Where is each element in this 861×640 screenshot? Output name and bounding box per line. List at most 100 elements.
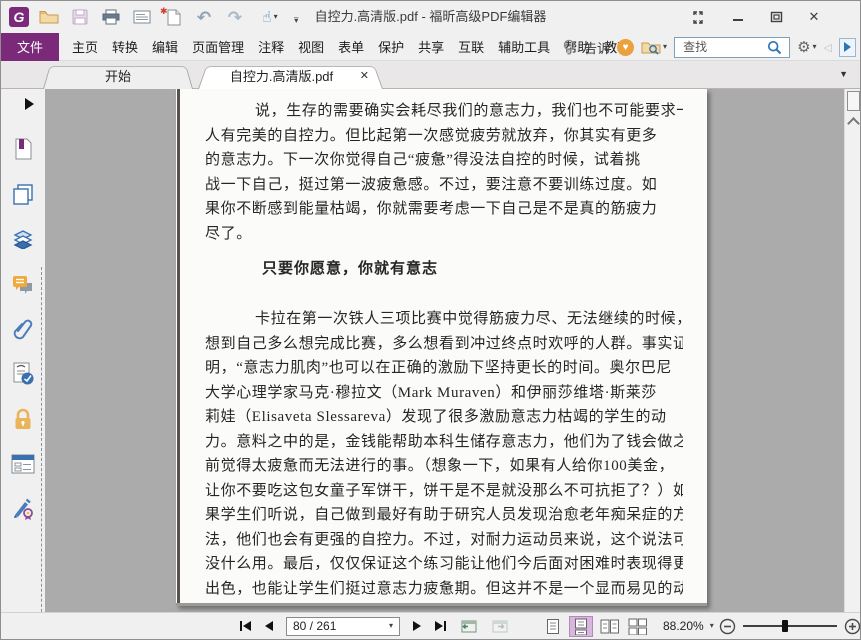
redo-button[interactable]: ↷ <box>224 5 246 29</box>
layout-toggle-button[interactable] <box>692 9 708 25</box>
zoom-slider[interactable] <box>742 619 837 633</box>
save-button[interactable] <box>69 5 91 29</box>
sidebar-comments-button[interactable] <box>10 272 36 296</box>
sidebar-fields-button[interactable] <box>10 452 36 476</box>
tab-overflow-button[interactable]: ▼ <box>839 69 848 79</box>
facing-mode-button[interactable] <box>597 616 621 637</box>
toolbar-expand-button[interactable] <box>839 37 856 57</box>
zoom-level-label[interactable]: 88.20% <box>663 619 704 633</box>
email-button[interactable] <box>131 5 153 29</box>
print-button[interactable] <box>100 5 122 29</box>
tab-label: 开始 <box>104 69 131 84</box>
page-text-line: 莉娃（Elisaveta Slessareva）发现了很多激励意志力枯竭的学生的… <box>205 409 667 425</box>
scroll-up-icon[interactable] <box>847 117 860 130</box>
status-bar: 80 / 261 ▾ 88.20% ▾ <box>1 612 860 639</box>
menu-edit[interactable]: 编辑 <box>145 37 185 56</box>
menu-protect[interactable]: 保护 <box>371 37 411 56</box>
sign-pen-icon <box>14 498 33 520</box>
menu-view[interactable]: 视图 <box>291 37 331 56</box>
scroll-left-disabled-icon: ◁ <box>823 41 832 54</box>
window-title: 自控力.高清版.pdf - 福昕高级PDF编辑器 <box>314 9 547 24</box>
menu-connect[interactable]: 互联 <box>451 37 491 56</box>
bookmarks-icon <box>15 138 32 160</box>
section-heading: 只要你愿意，你就有意志 <box>262 261 439 277</box>
tab-close-icon[interactable]: ✕ <box>360 64 369 89</box>
customize-toolbar-button[interactable]: – ▾ <box>294 13 298 24</box>
menu-bar: 文件 主页 转换 编辑 页面管理 注释 视图 表单 保护 共享 互联 辅助工具 … <box>1 32 860 61</box>
page-text-line: 尽了。 <box>205 225 252 242</box>
open-file-button[interactable] <box>38 5 60 29</box>
hint-lightbulb-icon[interactable] <box>561 38 577 56</box>
next-page-button[interactable] <box>406 621 428 631</box>
sidebar-layers-button[interactable] <box>10 227 36 251</box>
sidebar-security-button[interactable] <box>10 407 36 431</box>
close-button[interactable]: ✕ <box>806 9 822 25</box>
settings-button[interactable]: ⚙ ▾ <box>797 40 816 55</box>
previous-view-icon <box>461 620 477 632</box>
paragraph: 说，生存的需要确实会耗尽我们的意志力，我们也不可能要求一个 人有完美的自控力。但比… <box>205 99 683 246</box>
menu-page-organize[interactable]: 页面管理 <box>185 37 251 56</box>
next-view-button[interactable] <box>490 617 509 636</box>
vertical-scrollbar[interactable] <box>844 89 860 614</box>
search-folder-button[interactable]: ▾ <box>641 39 667 55</box>
chevron-down-icon: ▾ <box>812 42 817 51</box>
minimize-button[interactable] <box>730 9 746 25</box>
tab-start[interactable]: 开始 <box>43 64 193 89</box>
sidebar-bookmarks-button[interactable] <box>10 137 36 161</box>
continuous-mode-button[interactable] <box>569 615 593 637</box>
prev-page-button[interactable] <box>258 621 280 631</box>
chevron-down-icon: ▾ <box>663 42 668 51</box>
hand-tool-button[interactable]: ☝ ▾ <box>255 5 285 29</box>
single-page-mode-button[interactable] <box>541 616 565 637</box>
menu-form[interactable]: 表单 <box>331 37 371 56</box>
undo-button[interactable]: ↶ <box>193 5 215 29</box>
create-pdf-button[interactable]: ✱ <box>160 5 184 29</box>
maximize-button[interactable] <box>768 9 784 25</box>
zoom-slider-thumb[interactable] <box>782 620 789 632</box>
chevron-down-icon[interactable]: ▾ <box>710 622 714 630</box>
page-number-combobox[interactable]: 80 / 261 ▾ <box>286 616 400 636</box>
menu-share[interactable]: 共享 <box>411 37 451 56</box>
menu-file[interactable]: 文件 <box>1 32 60 61</box>
menu-home[interactable]: 主页 <box>65 37 105 56</box>
document-canvas[interactable]: 说，生存的需要确实会耗尽我们的意志力，我们也不可能要求一个 人有完美的自控力。但比… <box>45 89 844 614</box>
menu-comment[interactable]: 注释 <box>251 37 291 56</box>
tab-document[interactable]: 自控力.高清版.pdf ✕ <box>198 64 383 89</box>
find-input[interactable] <box>681 39 768 55</box>
page-text-line: 果你不断感到能量枯竭，你就需要考虑一下自己是不是真的筋疲力 <box>205 201 658 217</box>
previous-view-button[interactable] <box>459 617 478 636</box>
minimize-icon <box>733 19 743 21</box>
last-page-button[interactable] <box>428 621 453 631</box>
continuous-facing-mode-button[interactable] <box>625 616 649 637</box>
zoom-in-button[interactable] <box>844 618 860 635</box>
save-icon <box>72 9 88 25</box>
chevron-down-icon: ▾ <box>273 12 278 21</box>
sidebar-attachments-button[interactable] <box>10 317 36 341</box>
tell-me-label[interactable]: 告诉 <box>584 38 610 57</box>
search-icon[interactable] <box>767 40 782 55</box>
page-bottom-edge <box>176 603 707 606</box>
triangle-right-icon <box>413 621 421 631</box>
triangle-right-icon <box>435 621 443 631</box>
plus-circle-icon <box>844 618 860 634</box>
sidebar-sign-button[interactable] <box>10 497 36 521</box>
page-thumbnails-icon <box>13 184 33 205</box>
panel-splitter[interactable] <box>41 267 42 637</box>
scrollbar-thumb[interactable] <box>847 91 860 111</box>
star-icon: ✱ <box>160 6 168 16</box>
reward-heart-icon[interactable]: ♥ <box>617 38 635 56</box>
panel-expand-button[interactable] <box>25 98 34 110</box>
paperclip-icon <box>13 319 33 340</box>
page-text-line: 力。意料之中的是，金钱能帮助本科生储存意志力，他们为了钱会做之 <box>205 433 683 450</box>
menu-accessibility[interactable]: 辅助工具 <box>491 37 557 56</box>
pdf-page[interactable]: 说，生存的需要确实会耗尽我们的意志力，我们也不可能要求一个 人有完美的自控力。但比… <box>176 89 707 606</box>
page-text-line: 前觉得太疲惫而无法进行的事。（想象一下，如果有人给你100美金， <box>205 458 675 474</box>
bar <box>240 621 242 631</box>
sidebar-signatures-button[interactable] <box>10 362 36 386</box>
zoom-out-button[interactable] <box>719 618 736 635</box>
first-page-button[interactable] <box>233 621 258 631</box>
paragraph: 卡拉在第一次铁人三项比赛中觉得筋疲力尽、无法继续的时候，她 想到自己多么想完成比赛… <box>205 307 683 601</box>
print-icon <box>102 9 120 25</box>
menu-convert[interactable]: 转换 <box>105 37 145 56</box>
sidebar-thumbnails-button[interactable] <box>10 182 36 206</box>
